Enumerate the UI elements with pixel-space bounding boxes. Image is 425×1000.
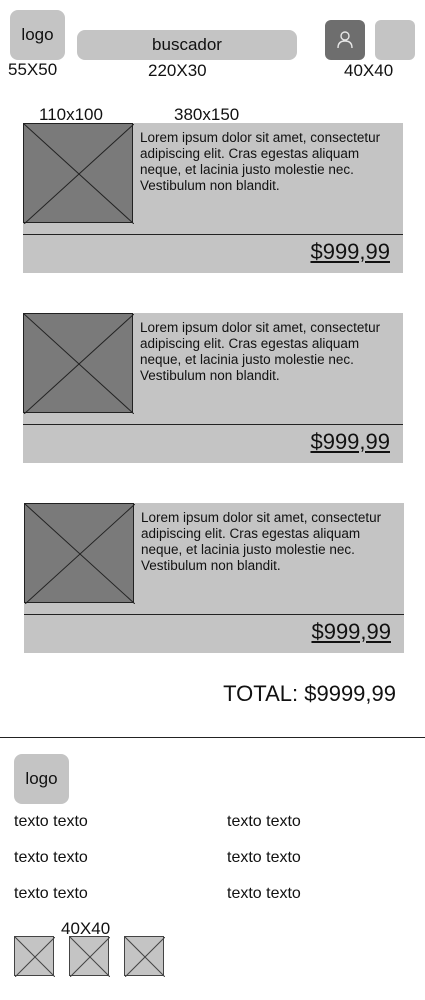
product-card[interactable]: Lorem ipsum dolor sit amet, consectetur … — [24, 503, 404, 653]
footer-logo-label: logo — [25, 769, 58, 788]
product-price: $999,99 — [310, 239, 390, 264]
product-card[interactable]: Lorem ipsum dolor sit amet, consectetur … — [23, 123, 403, 273]
search-size-annotation: 220X30 — [148, 61, 207, 80]
user-button[interactable] — [325, 20, 365, 60]
card-divider — [23, 424, 403, 425]
product-price: $999,99 — [311, 619, 391, 644]
product-description: Lorem ipsum dolor sit amet, consectetur … — [141, 510, 382, 573]
footer-link[interactable]: texto texto — [227, 885, 301, 903]
image-placeholder-icon — [15, 937, 55, 977]
product-image — [23, 123, 134, 224]
search-input[interactable]: buscador — [77, 30, 297, 60]
social-link-1[interactable] — [14, 936, 55, 977]
logo-size-annotation: 55X50 — [8, 60, 58, 79]
product-card[interactable]: Lorem ipsum dolor sit amet, consectetur … — [23, 313, 403, 463]
image-placeholder-icon — [24, 314, 134, 414]
image-placeholder-icon — [25, 504, 135, 604]
image-placeholder-icon — [24, 124, 134, 224]
product-price: $999,99 — [310, 429, 390, 454]
footer-link[interactable]: texto texto — [227, 813, 301, 831]
header-logo-label: logo — [21, 25, 54, 44]
icon-size-annotation: 40X40 — [344, 61, 394, 80]
social-link-3[interactable] — [124, 936, 165, 977]
footer-link[interactable]: texto texto — [14, 849, 88, 867]
order-total: TOTAL: $9999,99 — [223, 681, 396, 706]
menu-button[interactable] — [375, 20, 415, 60]
header-logo[interactable]: logo — [10, 10, 65, 60]
footer-link[interactable]: texto texto — [14, 885, 88, 903]
search-label: buscador — [152, 35, 222, 54]
thumb-size-annotation: 110x100 — [39, 105, 103, 124]
product-description: Lorem ipsum dolor sit amet, consectetur … — [140, 320, 381, 383]
image-placeholder-icon — [125, 937, 165, 977]
footer-logo[interactable]: logo — [14, 754, 69, 804]
footer-divider — [0, 737, 425, 738]
footer-link[interactable]: texto texto — [227, 849, 301, 867]
product-description: Lorem ipsum dolor sit amet, consectetur … — [140, 130, 381, 193]
card-size-annotation: 380x150 — [174, 105, 240, 124]
product-image — [23, 313, 134, 414]
image-placeholder-icon — [70, 937, 110, 977]
footer-link[interactable]: texto texto — [14, 813, 88, 831]
card-divider — [24, 614, 404, 615]
user-icon — [337, 31, 353, 49]
social-link-2[interactable] — [69, 936, 110, 977]
product-image — [24, 503, 135, 604]
card-divider — [23, 234, 403, 235]
